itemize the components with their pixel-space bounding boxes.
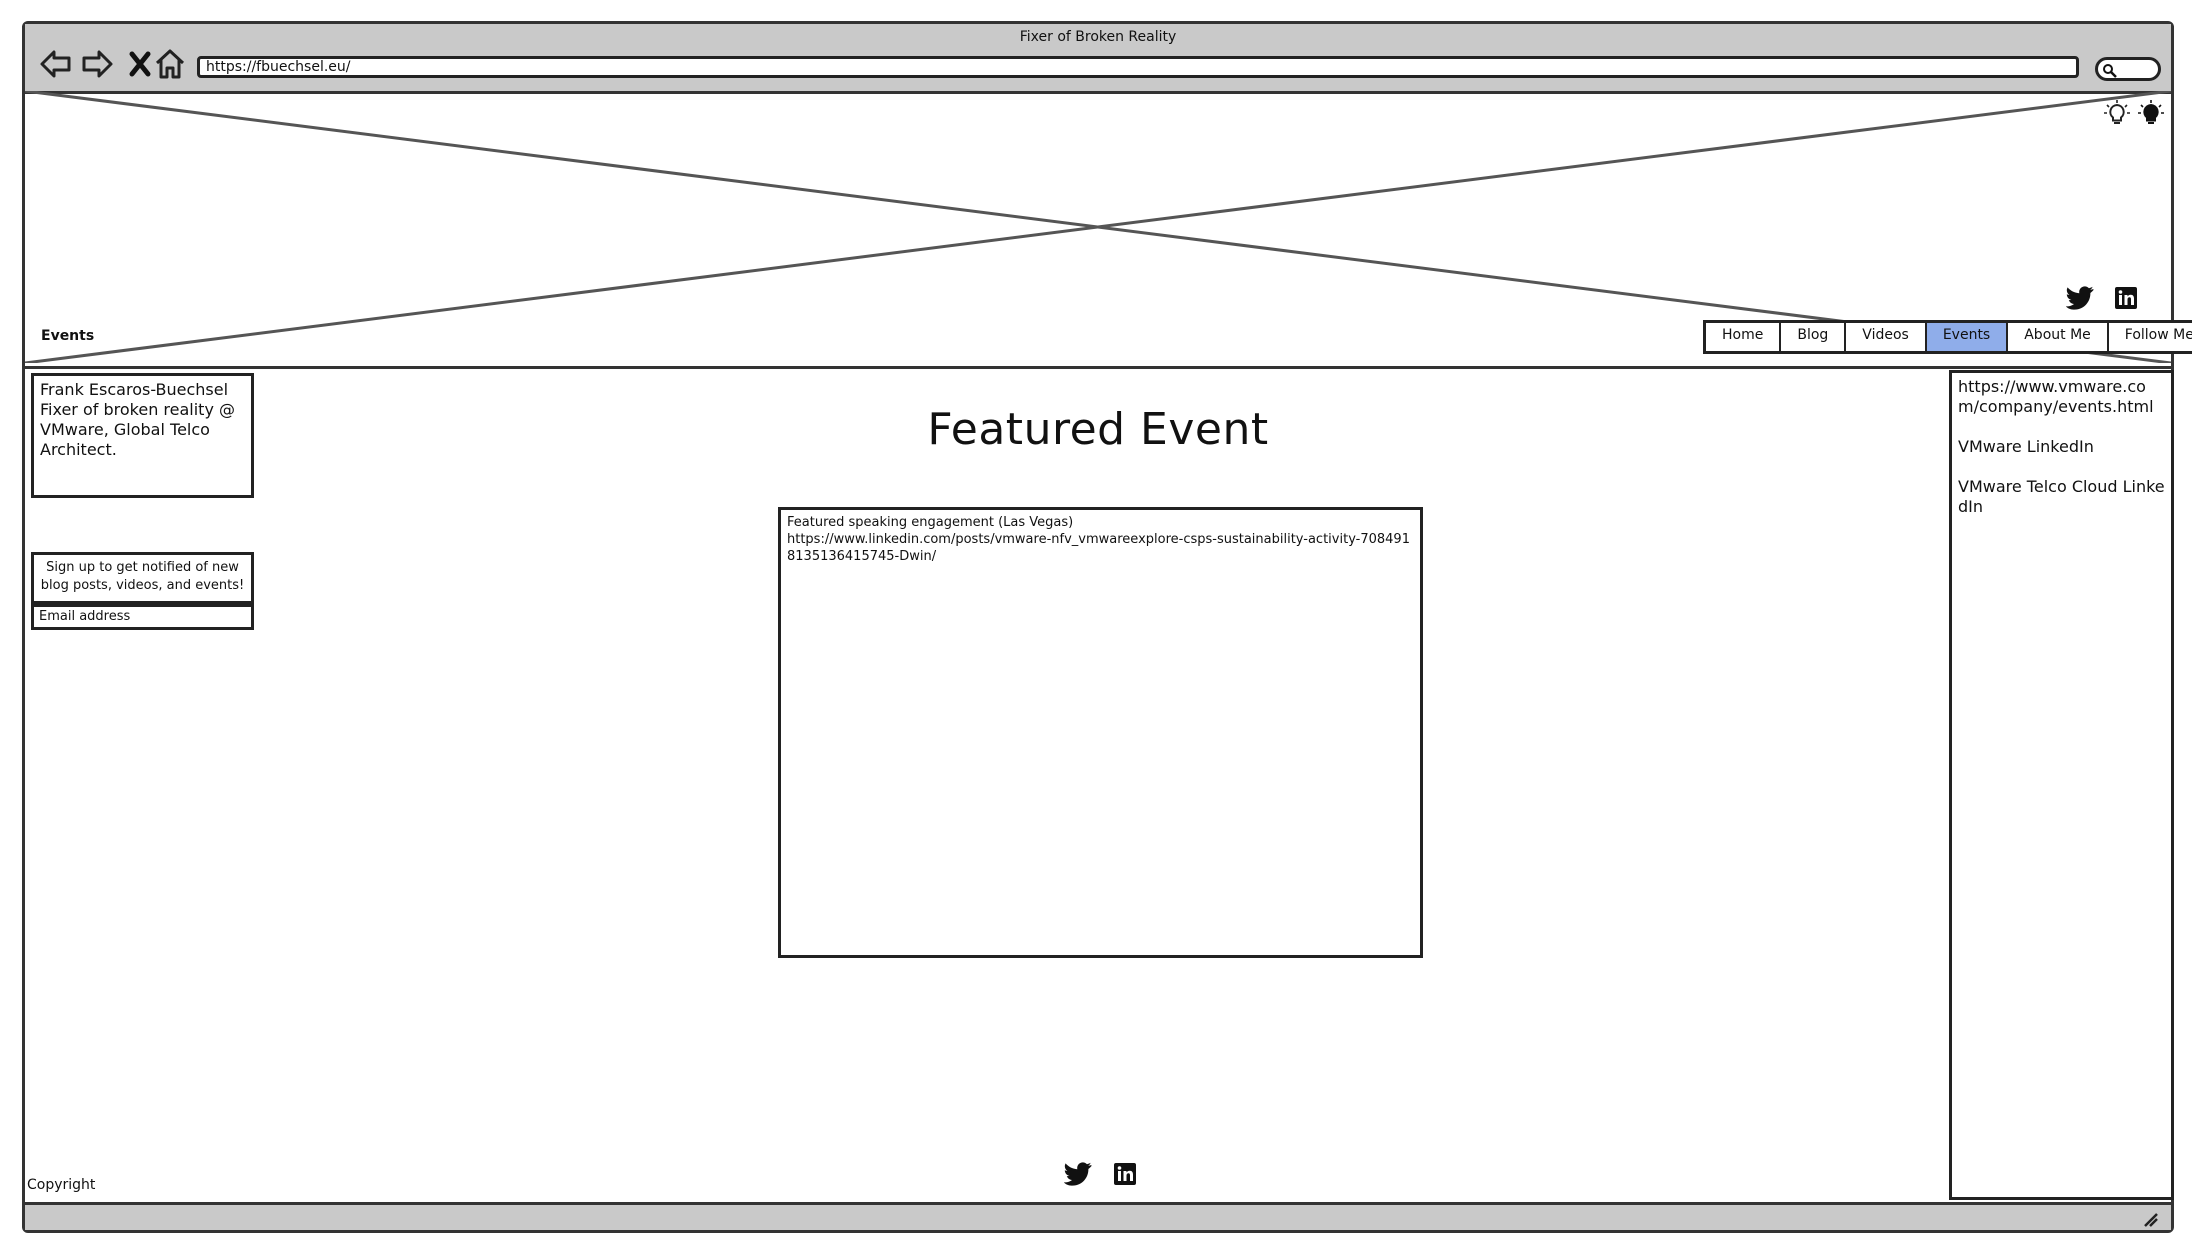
profile-name: Frank Escaros-Buechsel <box>40 380 229 399</box>
nav-follow-me[interactable]: Follow Me <box>2109 323 2192 351</box>
browser-toolbar: Fixer of Broken Reality https://fbuechse… <box>25 24 2171 94</box>
theme-toggle[interactable] <box>2103 99 2165 127</box>
home-icon[interactable] <box>153 47 187 81</box>
arrow-left-icon[interactable] <box>39 47 73 81</box>
vmware-telco-cloud-linkedin-link[interactable]: VMware Telco Cloud LinkedIn <box>1958 477 2165 517</box>
main-nav: Home Blog Videos Events About Me Follow … <box>1703 320 2192 354</box>
right-sidebar-links: https://www.vmware.com/company/events.ht… <box>1949 370 2174 1200</box>
linkedin-icon[interactable] <box>2114 286 2138 310</box>
nav-events[interactable]: Events <box>1926 323 2009 351</box>
nav-blog[interactable]: Blog <box>1781 323 1847 351</box>
nav-about-me[interactable]: About Me <box>2008 323 2109 351</box>
copyright-text: Copyright <box>27 1177 96 1193</box>
search-button[interactable] <box>2095 57 2161 81</box>
status-bar <box>25 1202 2171 1230</box>
twitter-icon[interactable] <box>2066 286 2094 310</box>
header-image-placeholder: Events Home Blog Videos Events About Me … <box>25 91 2192 369</box>
footer-social-links <box>1064 1162 1137 1186</box>
arrow-right-icon[interactable] <box>80 47 114 81</box>
page-title: Events <box>41 328 95 344</box>
linkedin-icon[interactable] <box>1113 1162 1137 1186</box>
vmware-events-link[interactable]: https://www.vmware.com/company/events.ht… <box>1958 377 2165 417</box>
nav-home[interactable]: Home <box>1706 323 1782 351</box>
nav-videos[interactable]: Videos <box>1846 323 1927 351</box>
search-icon <box>2103 64 2117 78</box>
twitter-icon[interactable] <box>1064 1162 1092 1186</box>
window-title: Fixer of Broken Reality <box>1019 29 1177 45</box>
email-field[interactable]: Email address <box>31 604 254 630</box>
featured-event-panel: Featured speaking engagement (Las Vegas)… <box>778 507 1423 958</box>
signup-prompt: Sign up to get notified of new blog post… <box>31 552 254 604</box>
browser-window: Fixer of Broken Reality https://fbuechse… <box>22 21 2192 1233</box>
close-icon[interactable] <box>123 47 157 81</box>
main-heading: Featured Event <box>927 404 1269 455</box>
header-social-links <box>2066 286 2138 310</box>
featured-event-link[interactable]: https://www.linkedin.com/posts/vmware-nf… <box>787 531 1414 565</box>
resize-grip-icon[interactable] <box>2141 1210 2161 1228</box>
vmware-linkedin-link[interactable]: VMware LinkedIn <box>1958 437 2165 457</box>
lightbulb-filled-icon[interactable] <box>2137 99 2165 127</box>
featured-event-title: Featured speaking engagement (Las Vegas) <box>787 515 1074 530</box>
lightbulb-outline-icon[interactable] <box>2103 99 2131 127</box>
address-bar[interactable]: https://fbuechsel.eu/ <box>197 56 2079 78</box>
